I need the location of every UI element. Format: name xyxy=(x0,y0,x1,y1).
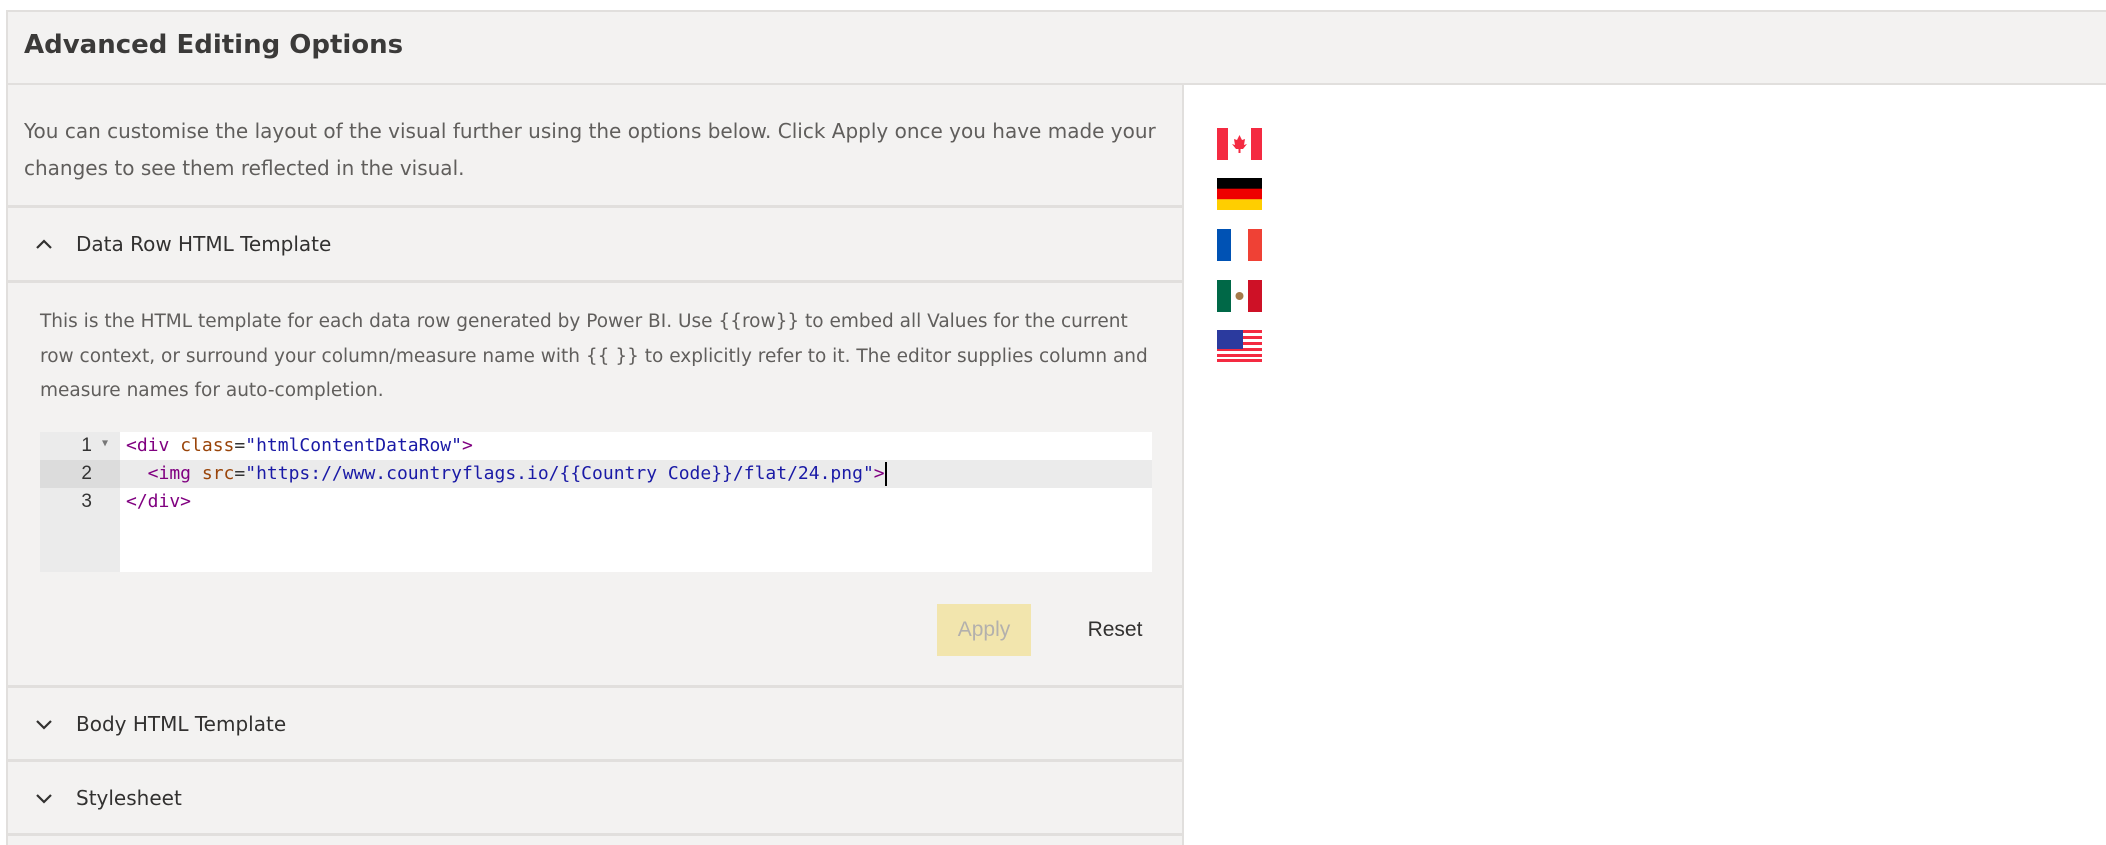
section-header-data-row[interactable]: Data Row HTML Template xyxy=(8,208,1182,280)
code-line[interactable]: </div> xyxy=(120,488,1152,516)
section-header-body[interactable]: Body HTML Template xyxy=(8,688,1182,760)
section-label: Body HTML Template xyxy=(76,712,287,736)
code-tag: > xyxy=(461,435,473,456)
code-tag: <div xyxy=(126,435,170,456)
canada-flag-icon xyxy=(1217,128,1262,160)
intro-text: You can customise the layout of the visu… xyxy=(24,119,1156,180)
chevron-up-icon xyxy=(32,238,56,250)
chevron-down-icon xyxy=(32,792,56,804)
germany-flag-icon xyxy=(1217,178,1262,210)
france-flag-icon xyxy=(1217,229,1262,261)
section-stylesheet: Stylesheet xyxy=(8,759,1182,834)
mexico-flag-icon xyxy=(1217,280,1262,312)
usa-flag-icon xyxy=(1217,330,1262,362)
line-number: 2 xyxy=(40,460,120,488)
code-tag: </div> xyxy=(126,491,192,512)
text-cursor xyxy=(884,462,887,486)
reset-button[interactable]: Reset xyxy=(1068,604,1162,656)
options-panel: You can customise the layout of the visu… xyxy=(6,85,1184,845)
code-line[interactable]: <div class="htmlContentDataRow"> xyxy=(120,432,1152,460)
fold-arrow-icon[interactable]: ▼ xyxy=(102,438,108,449)
code-tag: > xyxy=(873,463,885,484)
dialog-header: Advanced Editing Options xyxy=(6,10,2106,85)
code-string: "https://www.countryflags.io/{{Country C… xyxy=(245,463,874,484)
editor-gutter: 1 ▼ 2 3 xyxy=(40,432,120,572)
section-label: Data Row HTML Template xyxy=(76,232,332,256)
code-attr: src xyxy=(191,463,235,484)
code-attr: class xyxy=(169,435,235,456)
apply-button[interactable]: Apply xyxy=(937,604,1031,656)
code-tag: <img xyxy=(126,463,192,484)
code-eq: = xyxy=(234,463,246,484)
code-line-active[interactable]: <img src="https://www.countryflags.io/{{… xyxy=(120,460,1152,488)
section-data-row-template: Data Row HTML Template This is the HTML … xyxy=(8,205,1182,680)
code-string: "htmlContentDataRow" xyxy=(245,435,462,456)
code-eq: = xyxy=(234,435,246,456)
section-body-template: Body HTML Template xyxy=(8,685,1182,760)
section-header-stylesheet[interactable]: Stylesheet xyxy=(8,762,1182,834)
line-number: 3 xyxy=(81,491,92,512)
dialog-title: Advanced Editing Options xyxy=(24,30,404,60)
section-label: Stylesheet xyxy=(76,786,182,810)
section-description: This is the HTML template for each data … xyxy=(40,311,1148,401)
chevron-down-icon xyxy=(32,718,56,730)
divider xyxy=(8,833,1182,836)
code-editor[interactable]: 1 ▼ 2 3 <div class="htmlContentDataRow">… xyxy=(40,432,1152,572)
section-body: This is the HTML template for each data … xyxy=(8,280,1182,680)
